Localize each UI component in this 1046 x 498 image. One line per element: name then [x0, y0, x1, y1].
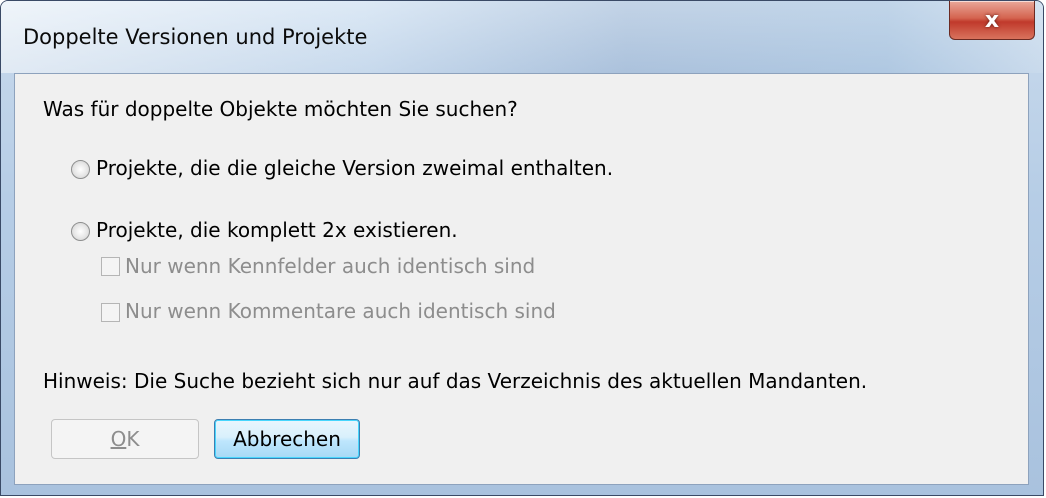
close-icon: x	[984, 7, 1000, 33]
dialog-content: Was für doppelte Objekte möchten Sie suc…	[14, 73, 1029, 485]
window-title: Doppelte Versionen und Projekte	[23, 25, 368, 49]
ok-mnemonic: O	[110, 427, 127, 451]
ok-label-rest: K	[126, 427, 140, 451]
checkbox-kennfelder-identical[interactable]	[101, 257, 120, 276]
hint-text: Hinweis: Die Suche bezieht sich nur auf …	[43, 369, 868, 393]
checkbox-label-kommentare-identical[interactable]: Nur wenn Kommentare auch identisch sind	[125, 299, 556, 323]
radio-project-exists-twice[interactable]	[71, 222, 90, 241]
ok-button[interactable]: OK	[51, 419, 199, 459]
radio-label-same-version-twice[interactable]: Projekte, die die gleiche Version zweima…	[96, 156, 613, 180]
title-bar[interactable]: Doppelte Versionen und Projekte x	[1, 1, 1043, 73]
dialog-window: Doppelte Versionen und Projekte x Was fü…	[0, 0, 1044, 496]
radio-same-version-twice[interactable]	[71, 160, 90, 179]
checkbox-label-kennfelder-identical[interactable]: Nur wenn Kennfelder auch identisch sind	[125, 254, 535, 278]
close-button[interactable]: x	[949, 1, 1035, 40]
checkbox-kommentare-identical[interactable]	[101, 303, 120, 322]
question-label: Was für doppelte Objekte möchten Sie suc…	[43, 97, 518, 121]
cancel-button[interactable]: Abbrechen	[214, 419, 360, 459]
radio-label-project-exists-twice[interactable]: Projekte, die komplett 2x existieren.	[96, 218, 458, 242]
